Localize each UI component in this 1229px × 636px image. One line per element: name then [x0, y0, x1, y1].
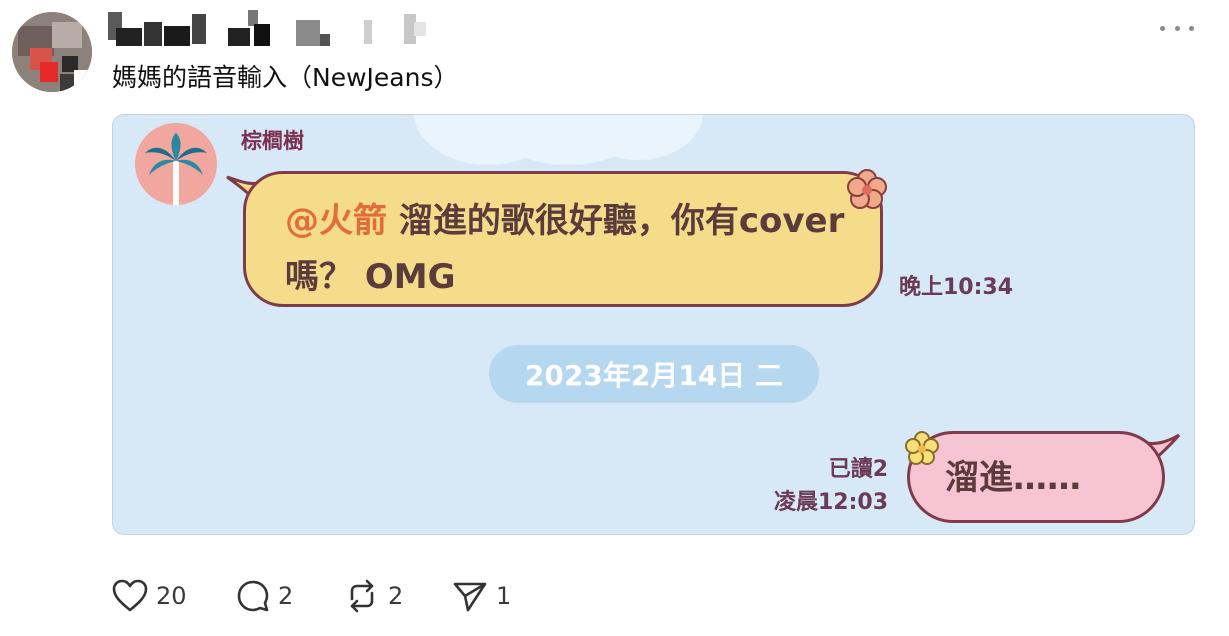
mention[interactable]: @火箭 — [285, 201, 387, 241]
post-text: 媽媽的語音輸入（NewJeans） — [112, 63, 459, 92]
attached-image[interactable]: 棕櫚樹 @火箭 溜進的歌很好聽，你有cover嗎？ OMG 晚上10:34 20… — [112, 114, 1195, 535]
outgoing-timestamp: 凌晨12:03 — [773, 490, 888, 515]
repost-icon — [350, 579, 374, 613]
author-avatar[interactable] — [12, 12, 92, 92]
sender-name: 棕櫚樹 — [241, 129, 304, 153]
sender-avatar — [135, 123, 217, 205]
read-status: 已讀2 — [828, 457, 888, 482]
reply-icon — [237, 580, 269, 612]
repost-button[interactable]: 2 — [344, 576, 403, 616]
incoming-message-text: @火箭 溜進的歌很好聽，你有cover嗎？ OMG — [285, 193, 865, 305]
share-icon — [453, 582, 487, 612]
heart-icon — [112, 579, 148, 612]
palm-tree-icon — [145, 133, 207, 205]
incoming-timestamp: 晚上10:34 — [899, 275, 1014, 300]
repost-count: 2 — [388, 582, 404, 610]
outgoing-message-text: 溜進…… — [945, 458, 1081, 498]
like-count: 20 — [156, 582, 187, 610]
reply-count: 2 — [278, 582, 294, 610]
share-button[interactable]: 1 — [452, 576, 511, 616]
more-icon[interactable] — [1160, 18, 1194, 38]
share-count: 1 — [496, 582, 512, 610]
flower-icon — [905, 431, 939, 465]
author-name-redacted[interactable] — [108, 8, 448, 48]
reply-button[interactable]: 2 — [236, 576, 293, 616]
like-button[interactable]: 20 — [112, 576, 187, 616]
date-divider: 2023年2月14日 二 — [489, 345, 819, 403]
